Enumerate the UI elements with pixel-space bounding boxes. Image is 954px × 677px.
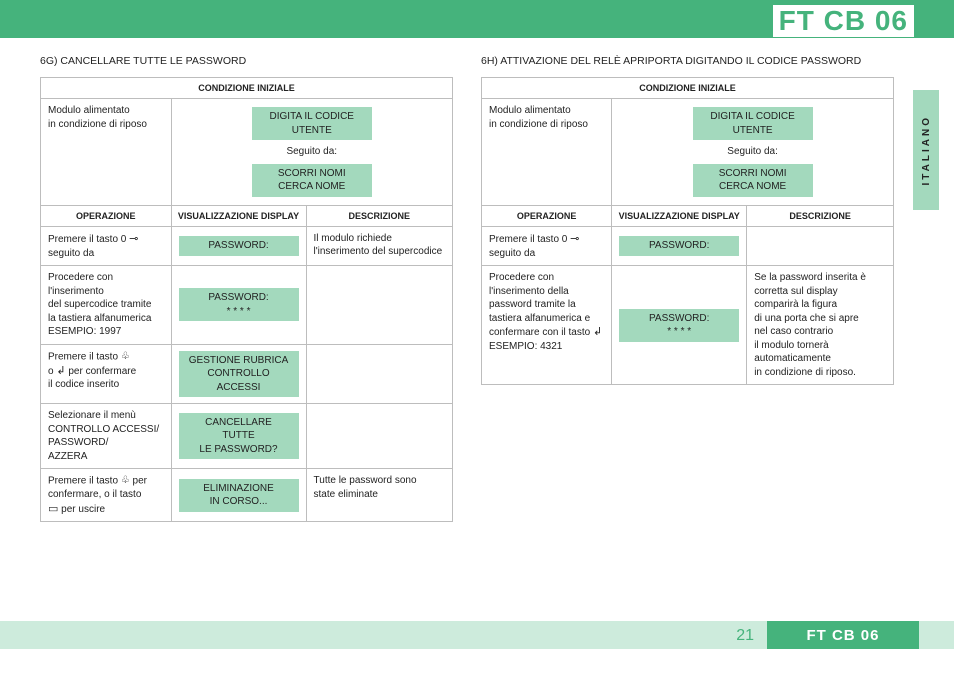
chip-digita: DIGITA IL CODICEUTENTE — [252, 107, 372, 140]
op-cell: Premere il tasto ♧o ↲ per confermare il … — [41, 344, 172, 404]
chip-scorri: SCORRI NOMICERCA NOME — [252, 164, 372, 197]
initial-left: Modulo alimentato in condizione di ripos… — [482, 99, 612, 206]
table-row: Selezionare il menù CONTROLLO ACCESSI/ P… — [41, 404, 453, 469]
hdr-op: OPERAZIONE — [482, 205, 612, 226]
display-chip: CANCELLARE TUTTE LE PASSWORD? — [179, 413, 299, 460]
disp-cell: PASSWORD: * * * * — [612, 266, 747, 385]
op-cell: Premere il tasto 0 ⊸seguito da — [41, 226, 172, 265]
chip-digita: DIGITA IL CODICEUTENTE — [693, 107, 813, 140]
seguito-label: Seguito da: — [276, 142, 347, 162]
chip-scorri: SCORRI NOMICERCA NOME — [693, 164, 813, 197]
left-table: CONDIZIONE INIZIALE Modulo alimentato in… — [40, 77, 453, 522]
initial-title: CONDIZIONE INIZIALE — [41, 78, 453, 99]
table-row: Premere il tasto 0 ⊸seguito da PASSWORD: — [482, 226, 894, 265]
disp-cell: PASSWORD: — [171, 226, 306, 265]
hdr-disp: VISUALIZZAZIONE DISPLAY — [171, 205, 306, 226]
enter-icon: ↲ — [593, 325, 602, 340]
table-row: Procedere con l'inserimento della passwo… — [482, 266, 894, 385]
display-chip: PASSWORD: — [179, 236, 299, 256]
key-icon: ⊸ — [129, 232, 138, 247]
initial-right: DIGITA IL CODICEUTENTE Seguito da: SCORR… — [612, 99, 894, 206]
hdr-op: OPERAZIONE — [41, 205, 172, 226]
hdr-disp: VISUALIZZAZIONE DISPLAY — [612, 205, 747, 226]
right-table: CONDIZIONE INIZIALE Modulo alimentato in… — [481, 77, 894, 385]
op-cell: Procedere con l'inserimento della passwo… — [482, 266, 612, 385]
op-cell: Selezionare il menù CONTROLLO ACCESSI/ P… — [41, 404, 172, 469]
page-number: 21 — [736, 627, 754, 645]
hdr-desc: DESCRIZIONE — [306, 205, 452, 226]
initial-right: DIGITA IL CODICEUTENTE Seguito da: SCORR… — [171, 99, 452, 206]
op-cell: Premere il tasto 0 ⊸seguito da — [482, 226, 612, 265]
disp-cell: PASSWORD: — [612, 226, 747, 265]
op-cell: Premere il tasto ♧ per confermare, o il … — [41, 469, 172, 522]
table-row: Procedere con l'inserimento del supercod… — [41, 266, 453, 345]
op-cell: Procedere con l'inserimento del supercod… — [41, 266, 172, 345]
disp-cell: GESTIONE RUBRICA CONTROLLO ACCESSI — [171, 344, 306, 404]
bell-icon: ♧ — [121, 474, 130, 488]
display-chip: ELIMINAZIONE IN CORSO... — [179, 479, 299, 512]
doc-title: FT CB 06 — [773, 5, 914, 37]
display-chip: PASSWORD: * * * * — [179, 288, 299, 321]
content: 6G) CANCELLARE TUTTE LE PASSWORD CONDIZI… — [40, 55, 894, 522]
key-icon: ⊸ — [570, 232, 579, 247]
seguito-label: Seguito da: — [717, 142, 788, 162]
footer-box: FT CB 06 — [767, 621, 919, 649]
disp-cell: CANCELLARE TUTTE LE PASSWORD? — [171, 404, 306, 469]
hdr-desc: DESCRIZIONE — [747, 205, 894, 226]
left-column: 6G) CANCELLARE TUTTE LE PASSWORD CONDIZI… — [40, 55, 453, 522]
desc-cell: Tutte le password sono state eliminate — [306, 469, 452, 522]
right-heading: 6H) ATTIVAZIONE DEL RELÈ APRIPORTA DIGIT… — [481, 55, 894, 67]
book-icon: ▭ — [48, 502, 58, 517]
desc-cell — [306, 404, 452, 469]
right-column: 6H) ATTIVAZIONE DEL RELÈ APRIPORTA DIGIT… — [481, 55, 894, 522]
desc-cell — [306, 266, 452, 345]
desc-cell — [747, 226, 894, 265]
display-chip: GESTIONE RUBRICA CONTROLLO ACCESSI — [179, 351, 299, 398]
desc-cell — [306, 344, 452, 404]
table-row: Premere il tasto ♧ per confermare, o il … — [41, 469, 453, 522]
initial-left: Modulo alimentato in condizione di ripos… — [41, 99, 172, 206]
desc-cell: Se la password inserita è corretta sul d… — [747, 266, 894, 385]
language-tab: ITALIANO — [913, 90, 939, 210]
table-row: Premere il tasto ♧o ↲ per confermare il … — [41, 344, 453, 404]
display-chip: PASSWORD: — [619, 236, 739, 256]
left-heading: 6G) CANCELLARE TUTTE LE PASSWORD — [40, 55, 453, 67]
table-row: Premere il tasto 0 ⊸seguito da PASSWORD:… — [41, 226, 453, 265]
language-label: ITALIANO — [921, 115, 932, 185]
disp-cell: ELIMINAZIONE IN CORSO... — [171, 469, 306, 522]
display-chip: PASSWORD: * * * * — [619, 309, 739, 342]
initial-title: CONDIZIONE INIZIALE — [482, 78, 894, 99]
desc-cell: Il modulo richiede l'inserimento del sup… — [306, 226, 452, 265]
enter-icon: ↲ — [56, 364, 65, 379]
bell-icon: ♧ — [121, 350, 130, 364]
disp-cell: PASSWORD: * * * * — [171, 266, 306, 345]
